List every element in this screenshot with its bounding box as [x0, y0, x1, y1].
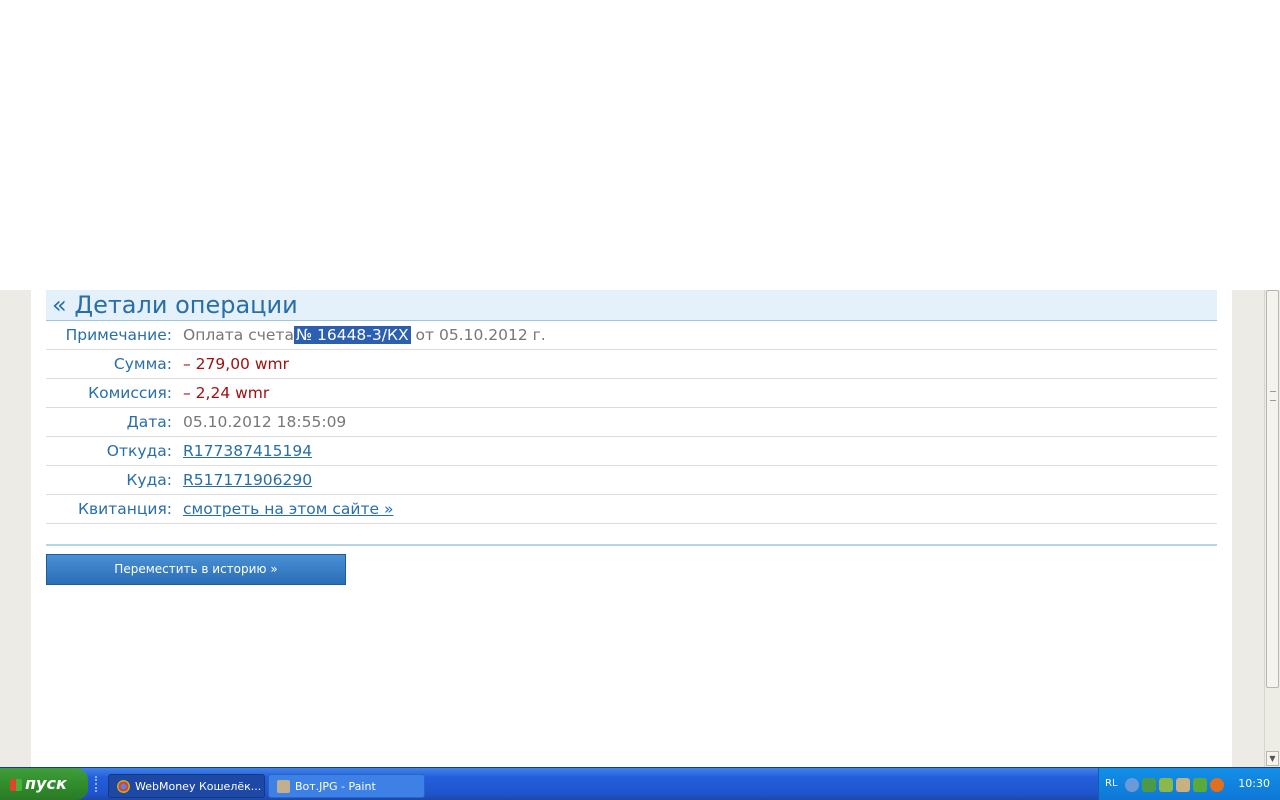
note-value: Оплата счета № 16448-3/КХ от 05.10.2012 г…: [183, 326, 546, 344]
row-label: Дата:: [126, 413, 172, 431]
row-label: Квитанция:: [77, 500, 172, 518]
browser-viewport: « Детали операции Примечание: Оплата сче…: [0, 290, 1264, 767]
start-label: пуск: [25, 774, 67, 793]
agent-icon[interactable]: [1210, 778, 1224, 792]
from-wallet-link[interactable]: R177387415194: [183, 442, 312, 460]
note-text-tail: от 05.10.2012 г.: [410, 326, 546, 344]
monitor-icon[interactable]: [1159, 778, 1173, 792]
to-wallet-link[interactable]: R517171906290: [183, 471, 312, 489]
to-value: R517171906290: [183, 471, 312, 489]
move-to-history-button[interactable]: Переместить в историю »: [46, 554, 346, 585]
network-icon[interactable]: [1142, 778, 1156, 792]
taskbar-item-paint[interactable]: Вот.JPG - Paint: [268, 774, 425, 798]
operation-details: « Детали операции Примечание: Оплата сче…: [46, 290, 1217, 524]
clock: 10:30: [1238, 777, 1270, 790]
scrollbar-thumb[interactable]: [1266, 290, 1279, 688]
taskbar: пуск WebMoney Кошелёк... Вот.JPG - Paint…: [0, 767, 1280, 800]
row-date: Дата: 05.10.2012 18:55:09: [46, 408, 1217, 437]
tray-icons: [1125, 778, 1224, 792]
details-title-link[interactable]: « Детали операции: [46, 290, 1217, 320]
quick-launch-grip: [95, 776, 105, 792]
row-note: Примечание: Оплата счета № 16448-3/КХ от …: [46, 321, 1217, 350]
language-indicator[interactable]: RL: [1105, 778, 1118, 789]
vertical-scrollbar[interactable]: ▼: [1264, 290, 1280, 767]
row-label: Откуда:: [106, 442, 172, 460]
row-label: Сумма:: [113, 355, 172, 373]
task-label: Вот.JPG - Paint: [295, 780, 376, 793]
page-blank-area: [0, 0, 1280, 290]
back-arrow-icon[interactable]: [1125, 778, 1139, 792]
paint-icon: [277, 780, 290, 793]
scroll-down-arrow-icon[interactable]: ▼: [1266, 751, 1279, 766]
system-tray: RL 10:30: [1098, 768, 1280, 800]
from-value: R177387415194: [183, 442, 312, 460]
row-label: Примечание:: [65, 326, 172, 344]
receipt-value: смотреть на этом сайте »: [183, 500, 393, 518]
row-label: Комиссия:: [88, 384, 172, 402]
task-label: WebMoney Кошелёк...: [135, 780, 262, 793]
webmoney-icon[interactable]: [1193, 778, 1207, 792]
row-amount: Сумма: – 279,00 wmr: [46, 350, 1217, 379]
windows-flag-icon: [10, 778, 22, 791]
divider: [46, 544, 1217, 546]
start-button[interactable]: пуск: [0, 768, 88, 800]
chrome-icon: [117, 780, 130, 793]
taskbar-item-webmoney[interactable]: WebMoney Кошелёк...: [108, 774, 265, 798]
receipt-link[interactable]: смотреть на этом сайте »: [183, 500, 393, 518]
row-label: Куда:: [126, 471, 172, 489]
row-from: Откуда: R177387415194: [46, 437, 1217, 466]
details-header: « Детали операции: [46, 290, 1217, 321]
row-to: Куда: R517171906290: [46, 466, 1217, 495]
commission-value: – 2,24 wmr: [183, 384, 270, 402]
grip-icon: [1270, 391, 1276, 401]
note-text: Оплата счета: [183, 326, 294, 344]
usb-icon[interactable]: [1176, 778, 1190, 792]
row-receipt: Квитанция: смотреть на этом сайте »: [46, 495, 1217, 524]
note-selected-text: № 16448-3/КХ: [293, 326, 411, 344]
date-value: 05.10.2012 18:55:09: [183, 413, 347, 431]
row-commission: Комиссия: – 2,24 wmr: [46, 379, 1217, 408]
amount-value: – 279,00 wmr: [183, 355, 289, 373]
